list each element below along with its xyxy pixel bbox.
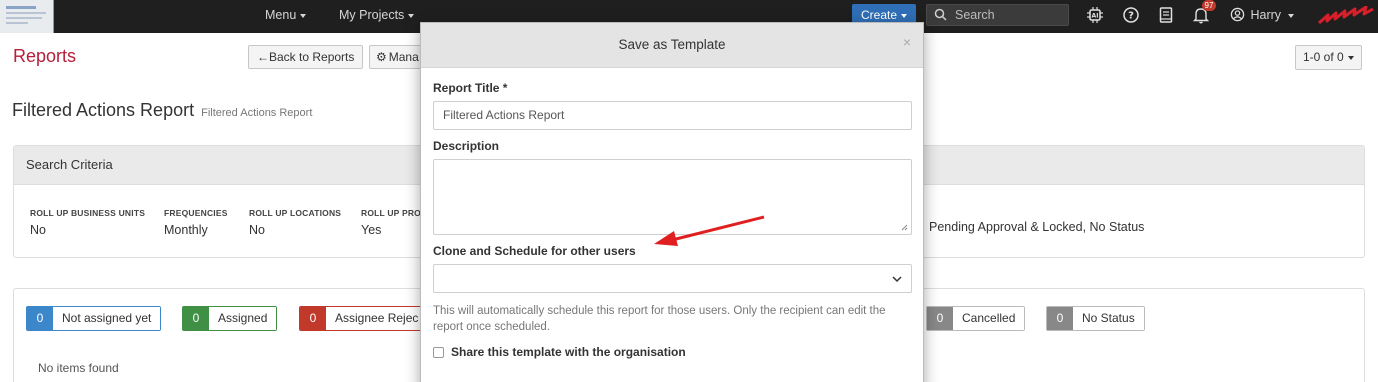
caret-down-icon	[901, 13, 908, 18]
chevron-down-icon	[892, 276, 902, 283]
status-chip-assigned[interactable]: 0 Assigned	[182, 306, 278, 331]
status-chip-no-status[interactable]: 0 No Status	[1046, 306, 1145, 331]
modal-header: Save as Template ×	[421, 23, 923, 68]
user-name: Harry	[1250, 8, 1282, 22]
criteria-value: Monthly	[164, 223, 208, 237]
svg-text:?: ?	[1128, 11, 1134, 22]
brand-logo[interactable]	[1318, 6, 1374, 26]
search-placeholder: Search	[955, 8, 995, 22]
app-thumbnail[interactable]	[0, 0, 54, 33]
clone-schedule-label: Clone and Schedule for other users	[433, 244, 636, 258]
my-projects-dropdown[interactable]: My Projects	[339, 0, 415, 33]
report-subtitle: Filtered Actions Report	[201, 107, 313, 119]
clone-help-text: This will automatically schedule this re…	[433, 305, 886, 333]
description-label: Description	[433, 139, 500, 153]
criteria-label: FREQUENCIES	[164, 208, 228, 218]
gear-icon: ⚙	[376, 50, 387, 64]
my-projects-label: My Projects	[339, 8, 405, 22]
user-circle-icon	[1230, 7, 1245, 22]
caret-down-icon	[300, 13, 307, 18]
criteria-label: ROLL UP LOCATIONS	[249, 208, 342, 218]
criteria-status-value: Pending Approval & Locked, No Status	[929, 220, 1145, 234]
annotation-arrow	[654, 215, 765, 246]
status-count: 0	[27, 307, 53, 330]
report-title-value: Filtered Actions Report	[443, 108, 565, 122]
help-icon[interactable]: ?	[1122, 6, 1140, 24]
page-title: Reports	[13, 46, 77, 66]
status-count: 0	[927, 307, 953, 330]
status-label: Assignee Rejec	[326, 307, 428, 330]
back-to-reports-label: Back to Reports	[269, 50, 355, 64]
share-template-label: Share this template with the organisatio…	[451, 345, 686, 359]
book-icon[interactable]	[1157, 6, 1175, 24]
criteria-item: FREQUENCIES Monthly	[164, 208, 228, 237]
empty-message: No items found	[38, 361, 119, 375]
svg-text:AI: AI	[1092, 13, 1099, 20]
status-chip-assignee-rejected[interactable]: 0 Assignee Rejec	[299, 306, 429, 331]
status-count: 0	[183, 307, 209, 330]
caret-down-icon	[408, 13, 415, 18]
save-template-modal: Save as Template × Report Title * Filter…	[420, 22, 924, 382]
status-chip-cancelled[interactable]: 0 Cancelled	[926, 306, 1026, 331]
status-label: Not assigned yet	[53, 307, 161, 330]
criteria-label: ROLL UP PRO	[361, 208, 421, 218]
close-icon[interactable]: ×	[903, 23, 911, 61]
search-input[interactable]: Search	[926, 4, 1069, 26]
share-template-checkbox[interactable]	[433, 346, 444, 358]
criteria-item: ROLL UP BUSINESS UNITS No	[30, 208, 145, 237]
menu-dropdown[interactable]: Menu	[265, 0, 307, 33]
caret-down-icon	[1347, 55, 1354, 60]
cpu-icon[interactable]: AI	[1086, 6, 1104, 24]
criteria-value: Yes	[361, 223, 382, 237]
back-to-reports-button[interactable]: ←Back to Reports	[248, 45, 364, 69]
status-count: 0	[1047, 307, 1073, 330]
manage-button[interactable]: ⚙ Mana	[369, 45, 424, 69]
status-label: Cancelled	[953, 307, 1025, 330]
arrow-left-icon: ←	[257, 50, 269, 64]
criteria-item: ROLL UP LOCATIONS No	[249, 208, 341, 237]
report-title-field[interactable]: Filtered Actions Report	[433, 101, 912, 130]
menu-label: Menu	[265, 8, 297, 22]
share-template-checkbox-row[interactable]: Share this template with the organisatio…	[433, 345, 686, 359]
user-menu[interactable]: Harry	[1230, 0, 1295, 33]
report-heading: Filtered Actions Report Filtered Actions…	[12, 100, 312, 121]
status-label: No Status	[1073, 307, 1144, 330]
pager-label: 1-0 of 0	[1303, 50, 1344, 64]
report-title: Filtered Actions Report	[12, 100, 195, 120]
resize-grip-icon[interactable]	[901, 224, 908, 231]
manage-label: Mana	[388, 50, 419, 64]
create-label: Create	[860, 8, 898, 22]
status-label: Assigned	[209, 307, 277, 330]
criteria-value: No	[249, 223, 265, 237]
notification-badge: 97	[1202, 0, 1216, 11]
report-title-label: Report Title *	[433, 81, 508, 95]
caret-down-icon	[1288, 13, 1295, 18]
search-icon	[934, 8, 947, 21]
pager-dropdown[interactable]: 1-0 of 0	[1295, 45, 1362, 70]
status-count: 0	[300, 307, 326, 330]
clone-schedule-select[interactable]	[433, 264, 912, 293]
status-chip-not-assigned[interactable]: 0 Not assigned yet	[26, 306, 162, 331]
criteria-value: No	[30, 223, 46, 237]
modal-title: Save as Template	[618, 37, 726, 52]
criteria-label: ROLL UP BUSINESS UNITS	[30, 208, 146, 218]
criteria-item: ROLL UP PRO Yes	[361, 208, 421, 237]
